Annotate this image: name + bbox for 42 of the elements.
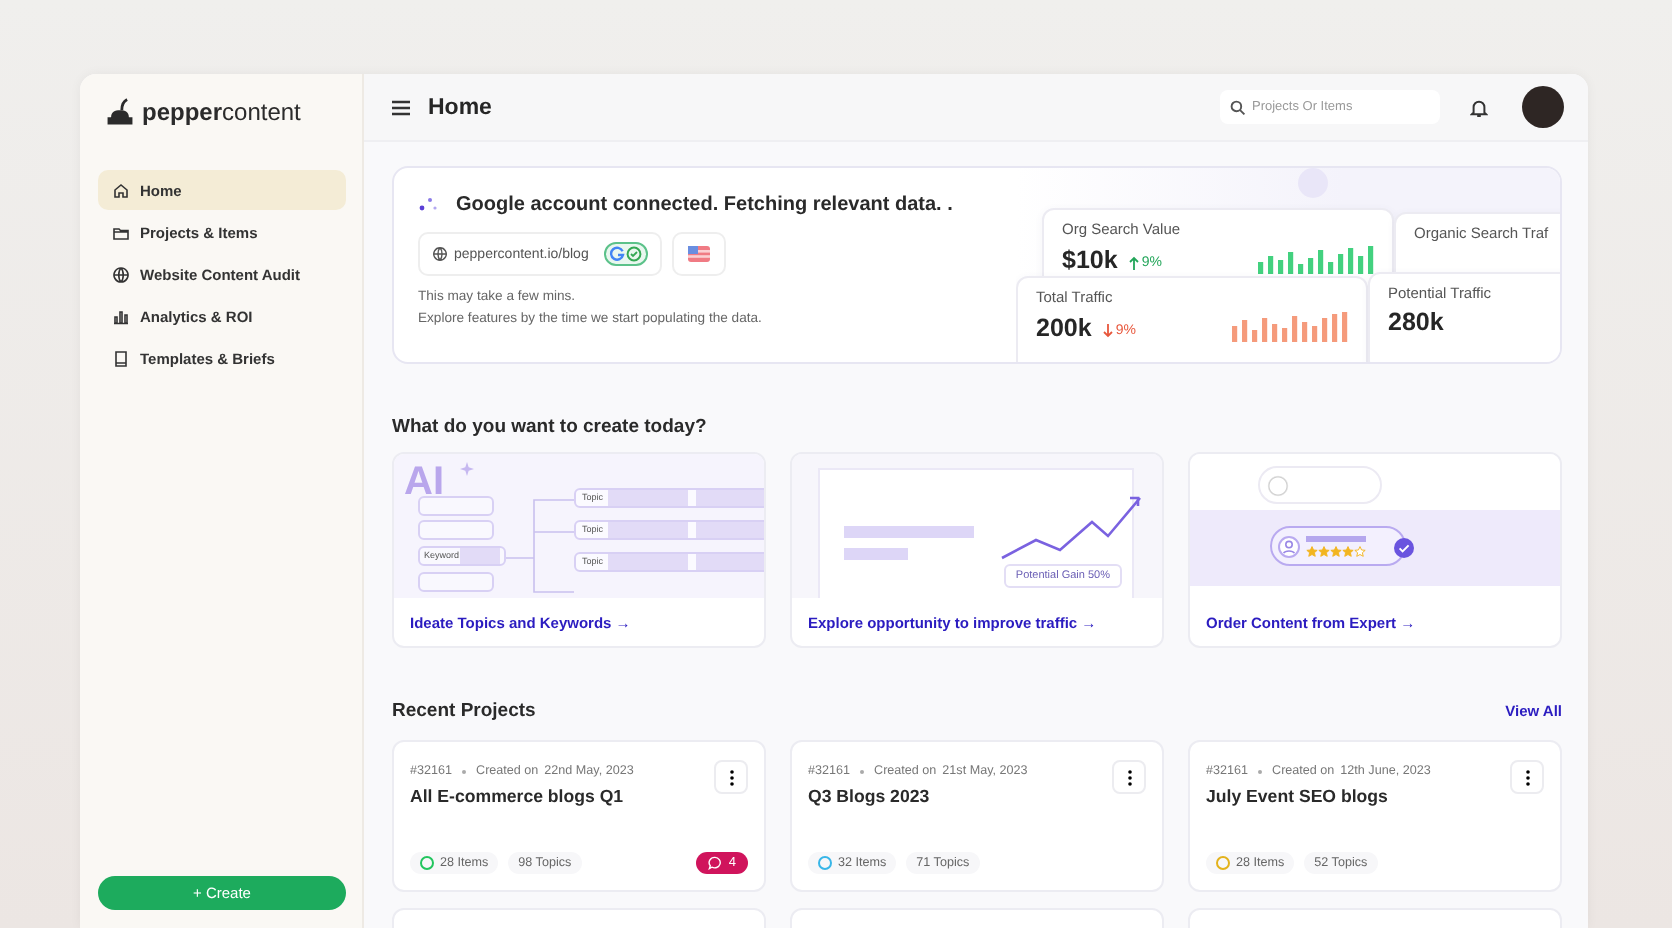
sparkle-icon xyxy=(460,462,474,476)
tree-connector-drawing xyxy=(506,498,574,594)
folder-icon xyxy=(112,223,130,241)
placeholder-node xyxy=(418,572,494,592)
project-title: July Event SEO blogs xyxy=(1206,786,1390,806)
bell-icon[interactable] xyxy=(1470,97,1488,117)
banner-headline: Google account connected. Fetching relevant data. . xyxy=(456,194,953,216)
bar-chart-icon xyxy=(112,307,130,325)
ai-label: AI xyxy=(404,460,444,506)
logo-wordmark: peppercontent xyxy=(142,98,301,126)
stat-value: 200k xyxy=(1036,314,1092,342)
globe-icon xyxy=(112,265,130,283)
search-icon xyxy=(1230,99,1246,115)
pepper-logo-icon xyxy=(104,96,136,128)
google-check-icon xyxy=(604,242,649,266)
section-heading: What do you want to create today? xyxy=(392,416,709,438)
home-icon xyxy=(112,181,130,199)
more-options-button[interactable] xyxy=(1510,760,1544,794)
chat-icon xyxy=(708,856,723,870)
user-icon xyxy=(1278,535,1300,557)
stat-value: 280k xyxy=(1388,308,1444,336)
globe-icon xyxy=(432,246,448,262)
placeholder-node xyxy=(418,496,494,516)
bar-sparkline-drawing xyxy=(1258,244,1374,274)
rising-line-drawing xyxy=(998,494,1142,562)
profile-card-drawing xyxy=(1258,466,1382,504)
more-options-button[interactable] xyxy=(1112,760,1146,794)
menu-icon[interactable] xyxy=(392,99,410,115)
project-title: Q3 Blogs 2023 xyxy=(808,786,932,806)
checkmark-icon xyxy=(1394,538,1414,558)
more-options-button[interactable] xyxy=(714,760,748,794)
bar-sparkline-drawing xyxy=(1232,312,1348,342)
sparkle-icon xyxy=(418,196,438,214)
placeholder-node xyxy=(418,520,494,540)
book-icon xyxy=(112,349,130,367)
avatar[interactable] xyxy=(1522,86,1564,128)
stat-value: $10k xyxy=(1062,246,1118,274)
flag-icon xyxy=(688,246,711,262)
section-heading: Recent Projects xyxy=(392,700,536,722)
page-title: Home xyxy=(428,95,492,119)
project-title: All E-commerce blogs Q1 xyxy=(410,786,626,806)
country-selector[interactable] xyxy=(672,232,727,276)
